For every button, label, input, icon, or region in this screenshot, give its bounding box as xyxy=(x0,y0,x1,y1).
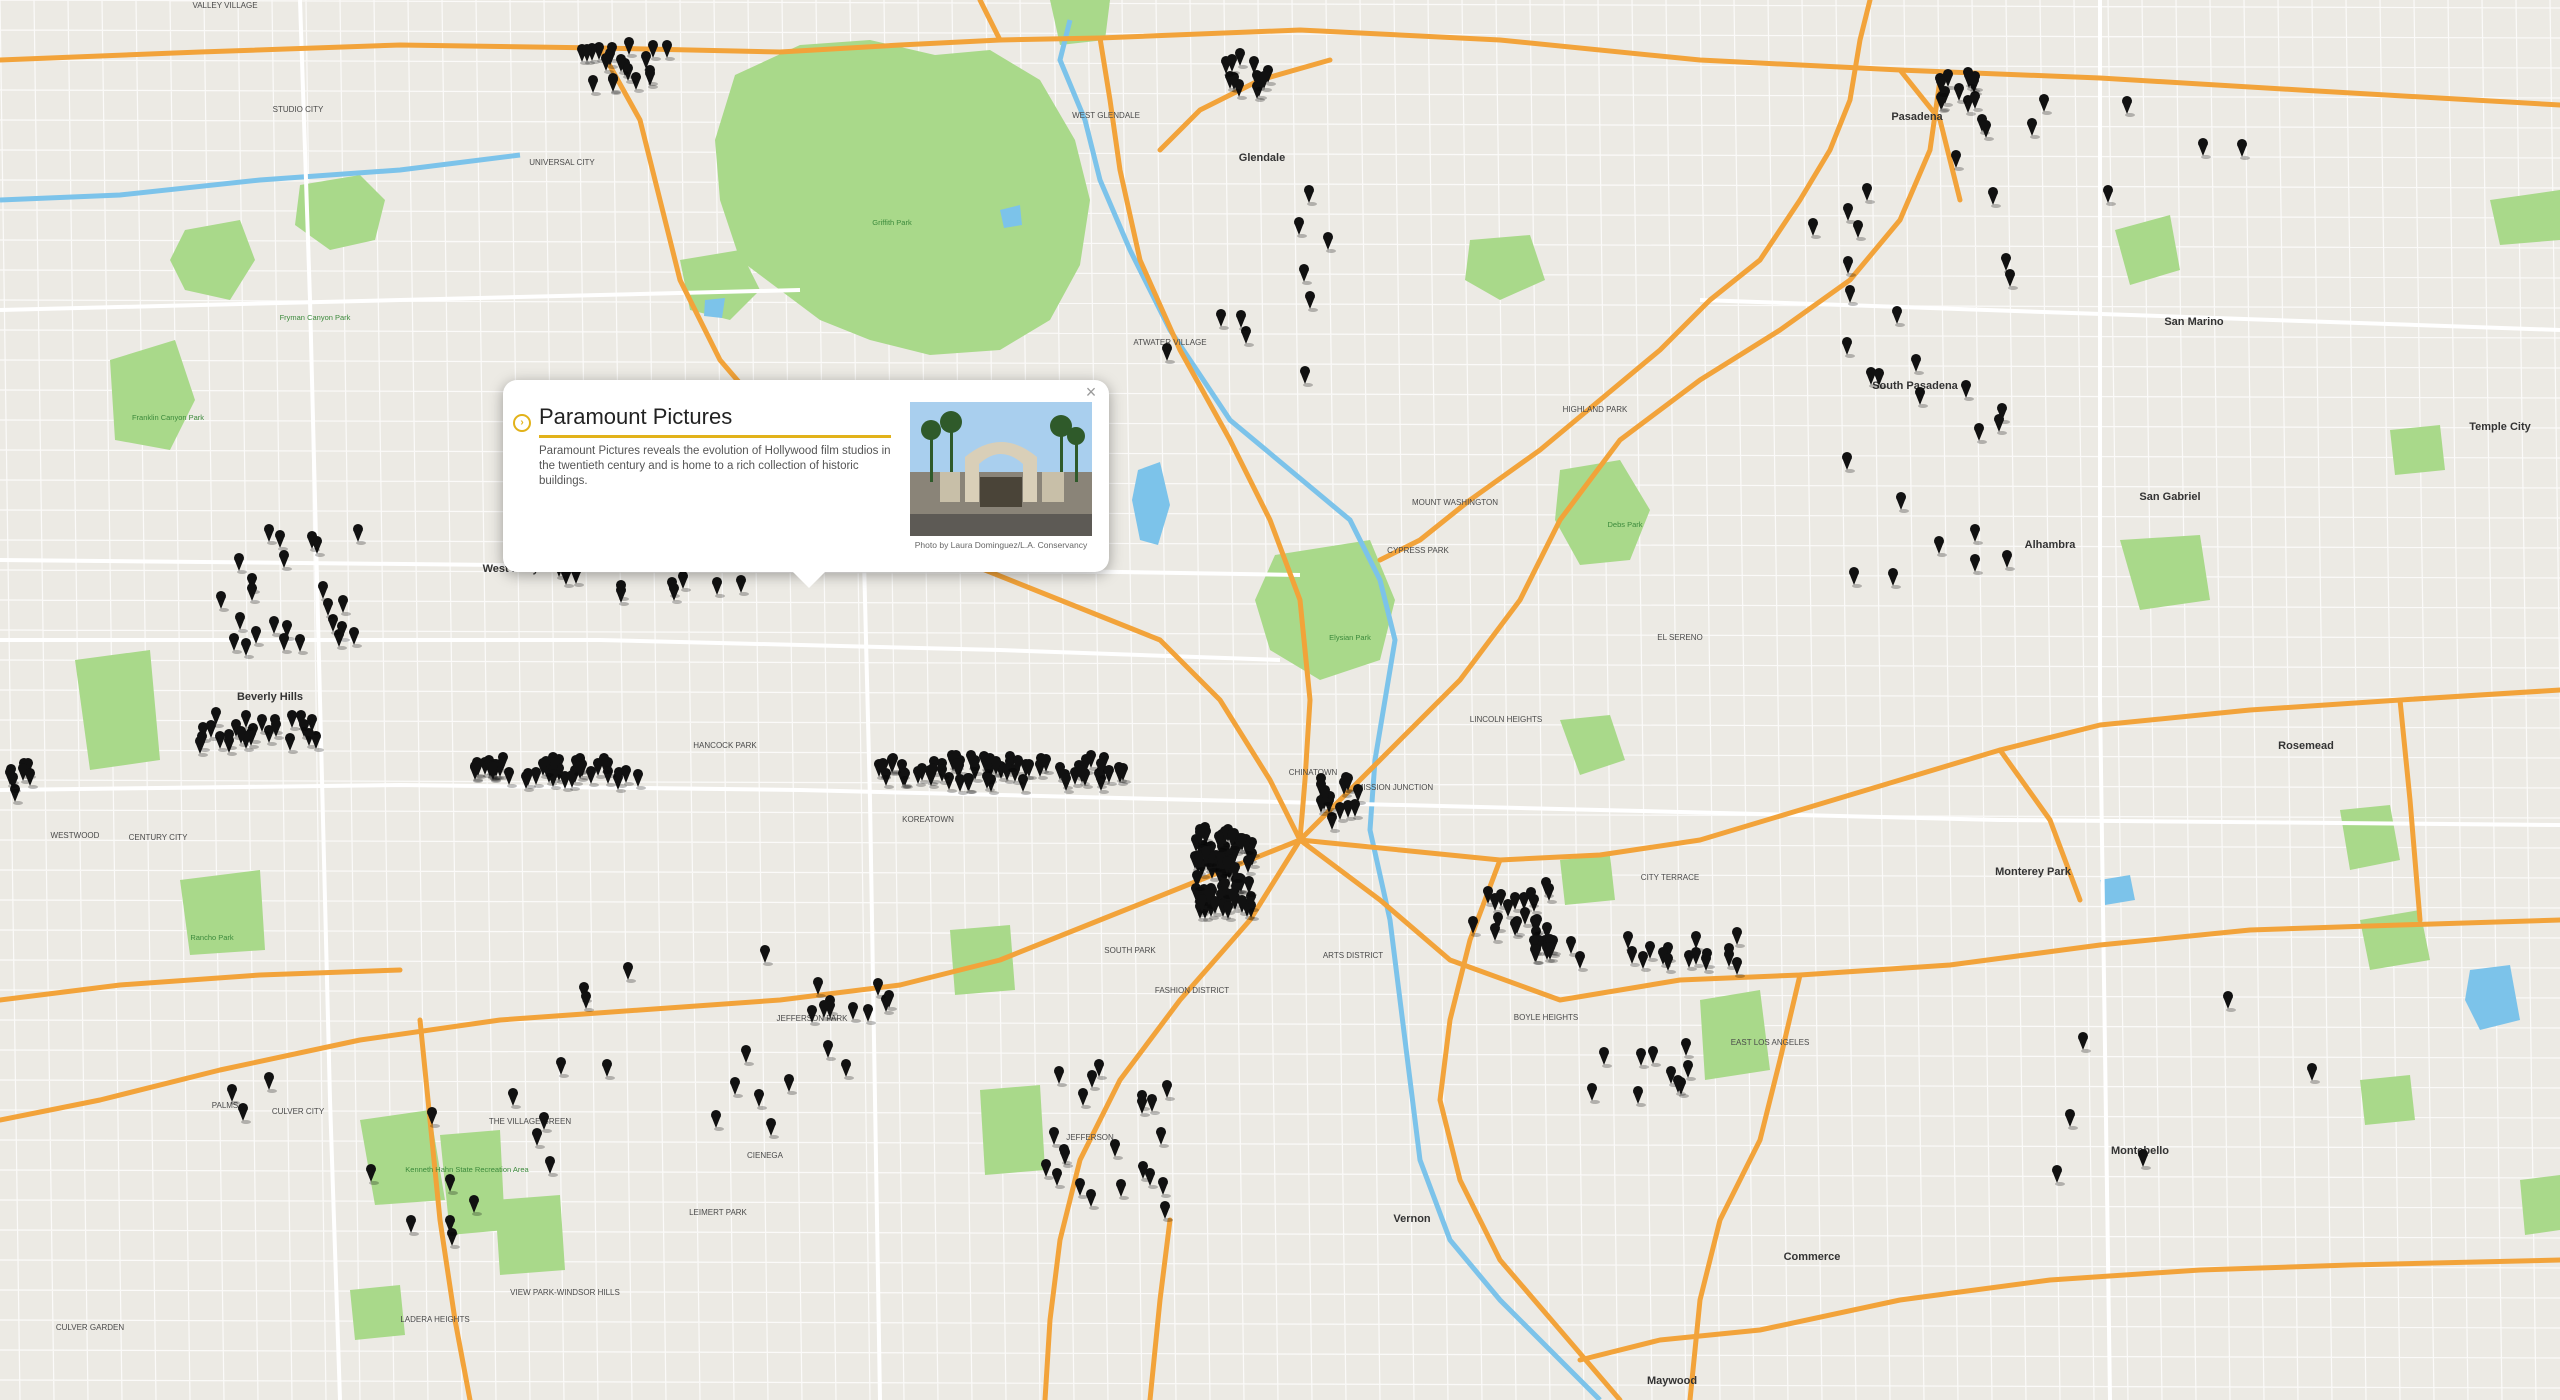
district-label: MOUNT WASHINGTON xyxy=(1412,498,1498,507)
city-label: Alhambra xyxy=(2025,539,2077,551)
district-label: VIEW PARK-WINDSOR HILLS xyxy=(510,1288,620,1297)
popup-title[interactable]: Paramount Pictures xyxy=(539,404,732,430)
district-label: SOUTH PARK xyxy=(1104,946,1156,955)
popup-description: Paramount Pictures reveals the evolution… xyxy=(539,445,891,487)
park-label: Kenneth Hahn State Recreation Area xyxy=(405,1165,529,1174)
studio-gate-photo[interactable] xyxy=(910,402,1092,536)
district-label: THE VILLAGE GREEN xyxy=(489,1117,571,1126)
city-label: Maywood xyxy=(1647,1375,1697,1387)
district-label: WESTWOOD xyxy=(51,831,100,840)
district-label: MISSION JUNCTION xyxy=(1357,783,1434,792)
city-label: Rosemead xyxy=(2278,740,2334,752)
district-label: EL SERENO xyxy=(1657,633,1703,642)
district-label: LADERA HEIGHTS xyxy=(400,1315,469,1324)
district-label: KOREATOWN xyxy=(902,815,954,824)
district-label: LEIMERT PARK xyxy=(689,1208,747,1217)
district-label: CULVER CITY xyxy=(272,1107,325,1116)
district-label: WEST GLENDALE xyxy=(1072,111,1140,120)
district-label: BOYLE HEIGHTS xyxy=(1514,1013,1578,1022)
city-label: San Marino xyxy=(2164,316,2224,328)
title-underline xyxy=(539,435,891,438)
city-label: Temple City xyxy=(2469,421,2531,433)
district-label: CENTURY CITY xyxy=(129,833,188,842)
map-canvas[interactable]: Glendale Pasadena South Pasadena San Marino… xyxy=(0,0,2560,1400)
district-label: EAST LOS ANGELES xyxy=(1731,1038,1810,1047)
park-label: Rancho Park xyxy=(190,933,234,942)
district-label: CULVER GARDEN xyxy=(56,1323,125,1332)
district-label: CIENEGA xyxy=(747,1151,784,1160)
arrow-circle-icon[interactable]: › xyxy=(513,414,531,432)
district-label: STUDIO CITY xyxy=(273,105,324,114)
park-label: Griffith Park xyxy=(872,218,912,227)
city-label: Pasadena xyxy=(1891,111,1943,123)
district-label: HIGHLAND PARK xyxy=(1563,405,1628,414)
district-label: HANCOCK PARK xyxy=(693,741,757,750)
district-label: CYPRESS PARK xyxy=(1387,546,1449,555)
district-label: LINCOLN HEIGHTS xyxy=(1470,715,1542,724)
district-label: FASHION DISTRICT xyxy=(1155,986,1229,995)
district-label: UNIVERSAL CITY xyxy=(529,158,595,167)
landmark-popup: × › Paramount Pictures Paramount Picture… xyxy=(503,380,1109,588)
district-label: JEFFERSON xyxy=(1066,1133,1114,1142)
park-label: Elysian Park xyxy=(1329,633,1371,642)
city-label: San Gabriel xyxy=(2139,491,2200,503)
district-label: CITY TERRACE xyxy=(1641,873,1699,882)
city-label: Commerce xyxy=(1784,1251,1841,1263)
park-label: Debs Park xyxy=(1607,520,1642,529)
district-label: VALLEY VILLAGE xyxy=(192,1,257,10)
park-label: Franklin Canyon Park xyxy=(132,413,204,422)
city-label: Beverly Hills xyxy=(237,691,303,703)
district-label: ARTS DISTRICT xyxy=(1323,951,1383,960)
district-label: CHINATOWN xyxy=(1289,768,1338,777)
city-label: Glendale xyxy=(1239,152,1285,164)
close-icon[interactable]: × xyxy=(1081,382,1101,402)
photo-credit: Photo by Laura Dominguez/L.A. Conservanc… xyxy=(914,540,1088,550)
city-label: Monterey Park xyxy=(1995,866,2072,878)
city-label: Vernon xyxy=(1393,1213,1431,1225)
park-label: Fryman Canyon Park xyxy=(280,313,351,322)
basemap: GlendalePasadenaSouth PasadenaSan Marino… xyxy=(0,0,2560,1400)
